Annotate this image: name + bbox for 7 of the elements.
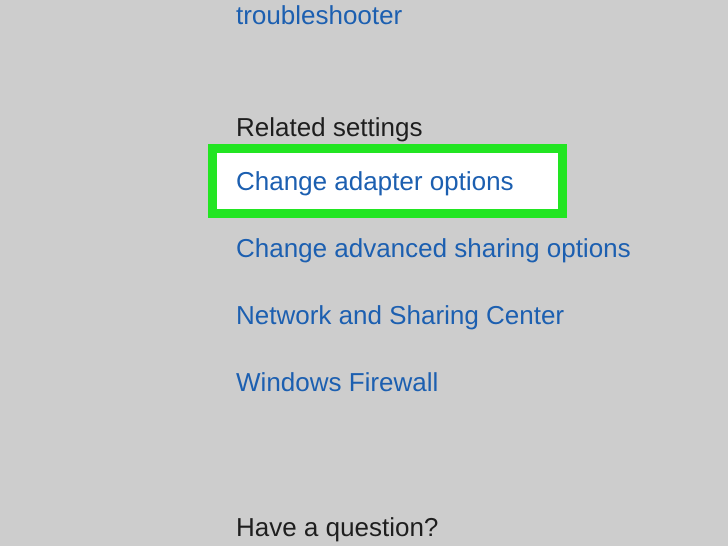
settings-link[interactable]: Windows Firewall (236, 367, 438, 397)
section-heading: Have a question? (236, 512, 438, 542)
settings-link[interactable]: Network and Sharing Center (236, 300, 564, 330)
settings-link[interactable]: Change advanced sharing options (236, 233, 631, 263)
troubleshooter-link[interactable]: troubleshooter (236, 0, 402, 30)
section-heading: Related settings (236, 112, 422, 142)
settings-link[interactable]: Change adapter options (208, 144, 567, 218)
